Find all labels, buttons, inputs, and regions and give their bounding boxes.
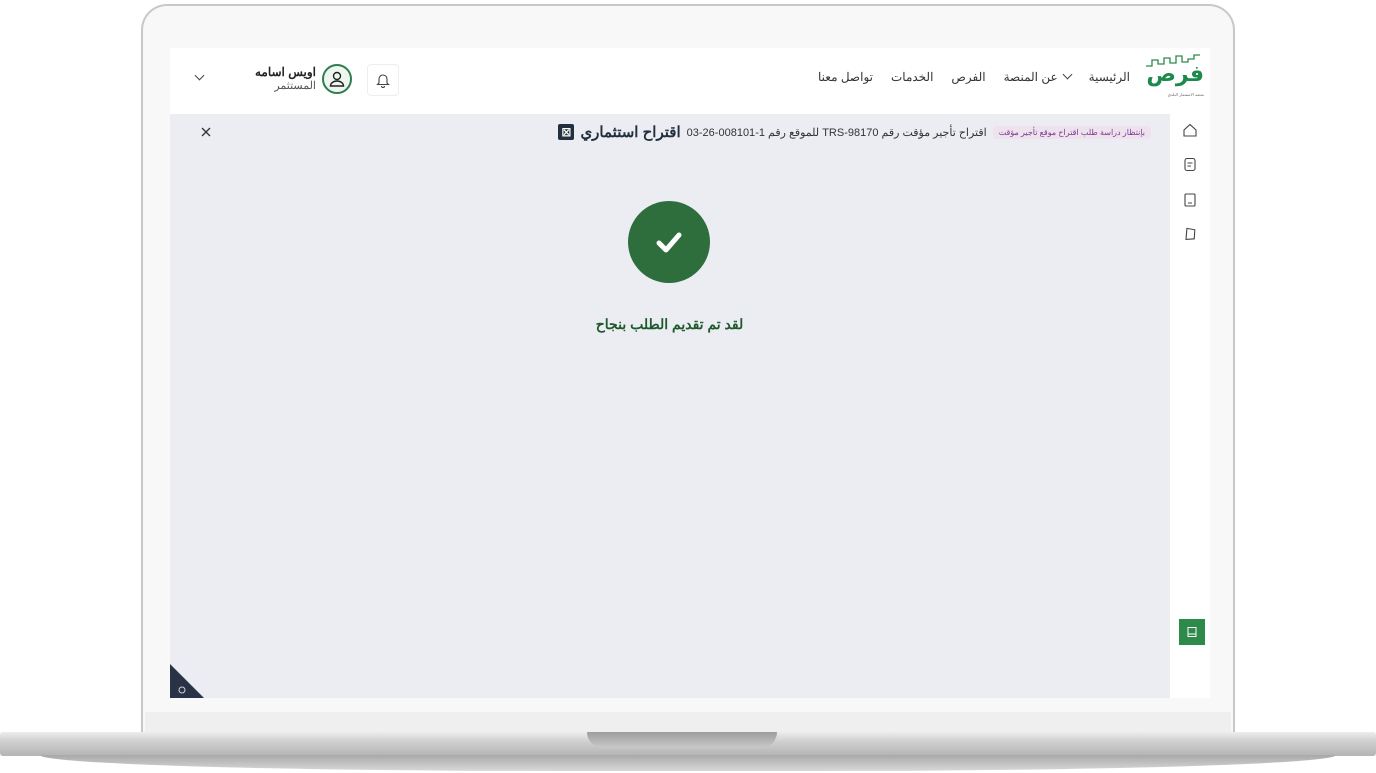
chevron-down-icon: [1062, 69, 1073, 80]
screen-bezel-bottom: [145, 712, 1231, 732]
tag-icon[interactable]: [1182, 226, 1198, 242]
app-screen: فرص منصة الاستثمار البلدي الرئيسية عن ال…: [170, 48, 1210, 698]
nav-home[interactable]: الرئيسية: [1089, 70, 1130, 84]
clipboard-icon[interactable]: [1182, 156, 1198, 172]
logo-tagline: منصة الاستثمار البلدي: [1167, 92, 1204, 97]
side-toolbar: [1169, 114, 1210, 698]
nav-about[interactable]: عن المنصة: [1003, 69, 1073, 84]
nav-opportunities[interactable]: الفرص: [951, 70, 985, 84]
status-badge: بإنتظار دراسة طلب اقتراح موقع تأجير مؤقت: [992, 125, 1151, 139]
laptop-base-foot: [40, 755, 1336, 771]
user-info[interactable]: اويس اسامه المستثمر: [250, 65, 316, 92]
notifications-button[interactable]: [367, 64, 399, 96]
success-check-badge: [628, 201, 710, 283]
furas-logo[interactable]: فرص منصة الاستثمار البلدي: [1138, 54, 1206, 106]
main-nav: الرئيسية عن المنصة الفرص الخدمات تواصل م…: [818, 69, 1130, 84]
top-header: فرص منصة الاستثمار البلدي الرئيسية عن ال…: [170, 48, 1210, 115]
proposal-subtitle: اقتراح تأجير مؤقت رقم TRS-98170 للموقع ر…: [686, 126, 987, 139]
main-panel: ⊠ اقتراح استثماري اقتراح تأجير مؤقت رقم …: [170, 114, 1169, 698]
nav-services[interactable]: الخدمات: [891, 70, 933, 84]
nav-contact[interactable]: تواصل معنا: [818, 70, 873, 84]
proposal-badge-icon: ⊠: [558, 124, 575, 140]
user-menu-chevron-icon[interactable]: [194, 70, 205, 81]
user-name: اويس اسامه: [254, 65, 316, 79]
user-role: المستثمر: [274, 80, 316, 92]
close-icon[interactable]: [200, 126, 212, 138]
panel-header: ⊠ اقتراح استثماري اقتراح تأجير مؤقت رقم …: [558, 123, 1163, 141]
guide-button[interactable]: [1179, 619, 1205, 645]
check-icon: [656, 232, 682, 253]
avatar[interactable]: [322, 64, 352, 94]
success-message: لقد تم تقديم الطلب بنجاح: [595, 316, 744, 332]
document-icon[interactable]: [1182, 192, 1198, 208]
book-icon: [1187, 627, 1197, 637]
home-icon[interactable]: [1182, 122, 1198, 138]
page-title: اقتراح استثماري: [580, 124, 681, 141]
laptop-notch: [587, 732, 777, 748]
nav-about-label: عن المنصة: [1003, 70, 1058, 84]
logo-text: فرص: [1146, 62, 1204, 87]
bell-icon: [376, 74, 390, 88]
user-icon: [329, 71, 345, 87]
settings-icon[interactable]: [176, 684, 188, 696]
